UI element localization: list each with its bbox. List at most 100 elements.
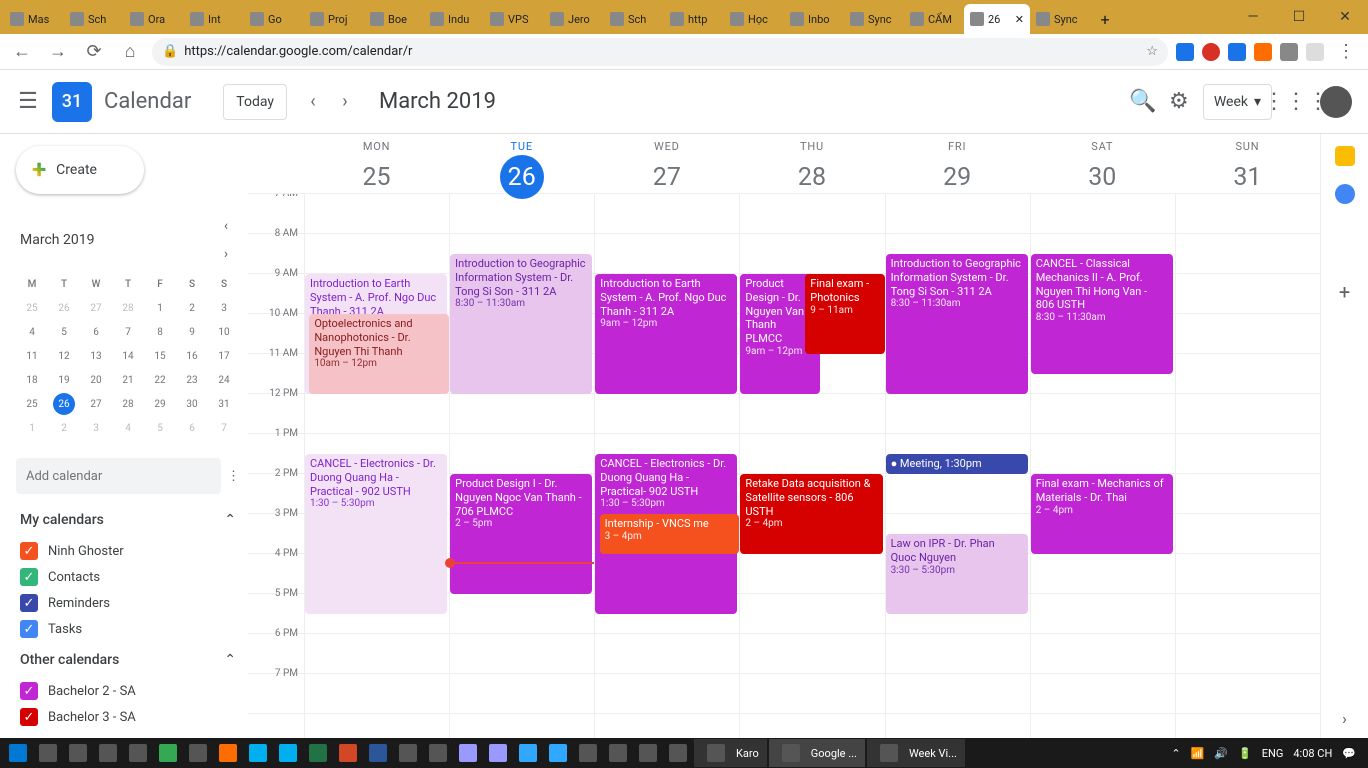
taskbar-pinned[interactable]: [124, 739, 152, 767]
day-number[interactable]: 28: [790, 155, 834, 199]
browser-tab[interactable]: http: [664, 4, 724, 34]
day-number[interactable]: 25: [355, 155, 399, 199]
calendar-event[interactable]: Final exam - Photonics9 – 11am: [805, 274, 884, 354]
mini-day[interactable]: 4: [16, 320, 48, 344]
calendar-checkbox[interactable]: ✓: [20, 708, 38, 726]
tray-language[interactable]: ENG: [1262, 747, 1284, 760]
tray-chevron[interactable]: ⌃: [1171, 747, 1180, 760]
home-button[interactable]: ⌂: [116, 38, 144, 66]
day-header[interactable]: MON25: [304, 134, 449, 193]
mini-day[interactable]: 24: [208, 368, 240, 392]
action-center-icon[interactable]: 💬: [1342, 747, 1356, 760]
browser-tab[interactable]: Ora: [124, 4, 184, 34]
browser-tab[interactable]: Int: [184, 4, 244, 34]
day-header[interactable]: THU28: [739, 134, 884, 193]
day-column[interactable]: Introduction to Earth System - A. Prof. …: [304, 194, 449, 738]
mini-day[interactable]: 23: [176, 368, 208, 392]
mini-day[interactable]: 9: [176, 320, 208, 344]
day-number[interactable]: 29: [935, 155, 979, 199]
day-column[interactable]: Product Design - Dr. Nguyen Van Thanh PL…: [739, 194, 884, 738]
apps-grid-icon[interactable]: ⋮⋮⋮: [1284, 90, 1308, 114]
mini-day[interactable]: 28: [112, 296, 144, 320]
main-menu-icon[interactable]: ☰: [16, 90, 40, 114]
taskbar-app[interactable]: Karo: [694, 739, 767, 767]
taskbar-pinned[interactable]: [244, 739, 272, 767]
mini-day[interactable]: 29: [144, 392, 176, 416]
taskbar-pinned[interactable]: [604, 739, 632, 767]
browser-tab[interactable]: Go: [244, 4, 304, 34]
browser-tab[interactable]: Sch: [64, 4, 124, 34]
calendar-checkbox[interactable]: ✓: [20, 568, 38, 586]
mini-day[interactable]: 7: [208, 416, 240, 440]
settings-gear-icon[interactable]: ⚙: [1167, 90, 1191, 114]
taskbar-pinned[interactable]: [64, 739, 92, 767]
mini-day[interactable]: 22: [144, 368, 176, 392]
mini-day[interactable]: 14: [112, 344, 144, 368]
calendar-event[interactable]: Optoelectronics and Nanophotonics - Dr. …: [309, 314, 449, 394]
tray-clock[interactable]: 4:08 CH: [1293, 747, 1332, 760]
calendar-item[interactable]: ✓Tasks: [16, 616, 240, 642]
mini-day[interactable]: 1: [144, 296, 176, 320]
profile-icon[interactable]: [1306, 43, 1324, 61]
mini-next[interactable]: ›: [216, 240, 236, 268]
calendar-checkbox[interactable]: ✓: [20, 620, 38, 638]
mini-day[interactable]: 3: [208, 296, 240, 320]
calendar-event[interactable]: Retake Data acquisition & Satellite sens…: [740, 474, 882, 554]
mini-day[interactable]: 6: [80, 320, 112, 344]
day-column[interactable]: Introduction to Geographic Information S…: [449, 194, 594, 738]
browser-tab[interactable]: Sync: [1030, 4, 1090, 34]
calendar-event[interactable]: Introduction to Geographic Information S…: [450, 254, 592, 394]
task-view[interactable]: [34, 739, 62, 767]
browser-tab[interactable]: Inbo: [784, 4, 844, 34]
forward-button[interactable]: →: [44, 38, 72, 66]
day-column[interactable]: CANCEL - Classical Mechanics II - A. Pro…: [1030, 194, 1175, 738]
mini-day[interactable]: 28: [112, 392, 144, 416]
star-icon[interactable]: ☆: [1146, 44, 1158, 59]
start-button[interactable]: [4, 739, 32, 767]
taskbar-pinned[interactable]: [394, 739, 422, 767]
taskbar-pinned[interactable]: [574, 739, 602, 767]
calendar-event[interactable]: Law on IPR - Dr. Phan Quoc Nguyen3:30 – …: [886, 534, 1028, 614]
create-event-button[interactable]: + Create: [16, 146, 144, 194]
prev-week-button[interactable]: ‹: [299, 88, 327, 116]
mini-day[interactable]: 2: [176, 296, 208, 320]
adblock-icon[interactable]: [1202, 43, 1220, 61]
calendar-event[interactable]: Introduction to Geographic Information S…: [886, 254, 1028, 394]
mini-day[interactable]: 5: [48, 320, 80, 344]
tray-network-icon[interactable]: 📶: [1191, 747, 1205, 760]
mini-day[interactable]: 3: [80, 416, 112, 440]
back-button[interactable]: ←: [8, 38, 36, 66]
day-number[interactable]: 26: [500, 155, 544, 199]
mini-day[interactable]: 1: [16, 416, 48, 440]
day-column[interactable]: Introduction to Geographic Information S…: [885, 194, 1030, 738]
browser-tab[interactable]: Sch: [604, 4, 664, 34]
calendar-event[interactable]: Introduction to Earth System - A. Prof. …: [595, 274, 737, 394]
browser-tab[interactable]: Mas: [4, 4, 64, 34]
browser-tab[interactable]: VPS: [484, 4, 544, 34]
chrome-menu[interactable]: ⋮: [1332, 38, 1360, 66]
mini-day[interactable]: 11: [16, 344, 48, 368]
tray-battery-icon[interactable]: 🔋: [1238, 747, 1252, 760]
window-maximize[interactable]: ☐: [1276, 0, 1322, 34]
add-panel-icon[interactable]: +: [1339, 280, 1350, 304]
extension-icon[interactable]: [1254, 43, 1272, 61]
mini-day[interactable]: 31: [208, 392, 240, 416]
mini-day[interactable]: 25: [16, 392, 48, 416]
mini-day[interactable]: 30: [176, 392, 208, 416]
powerpoint[interactable]: [334, 739, 362, 767]
mini-day[interactable]: 8: [144, 320, 176, 344]
taskbar-pinned[interactable]: [184, 739, 212, 767]
taskbar-pinned[interactable]: [154, 739, 182, 767]
collapse-panel-icon[interactable]: ›: [1342, 709, 1347, 728]
mini-day[interactable]: 16: [176, 344, 208, 368]
mini-day[interactable]: 13: [80, 344, 112, 368]
extension-icon[interactable]: [1176, 43, 1194, 61]
reload-button[interactable]: ⟳: [80, 38, 108, 66]
mini-day[interactable]: 7: [112, 320, 144, 344]
calendar-item[interactable]: ✓Reminders: [16, 590, 240, 616]
day-header[interactable]: SUN31: [1175, 134, 1320, 193]
taskbar-app[interactable]: Week Vi...: [867, 739, 965, 767]
excel[interactable]: [304, 739, 332, 767]
calendar-checkbox[interactable]: ✓: [20, 542, 38, 560]
account-avatar[interactable]: [1320, 86, 1352, 118]
